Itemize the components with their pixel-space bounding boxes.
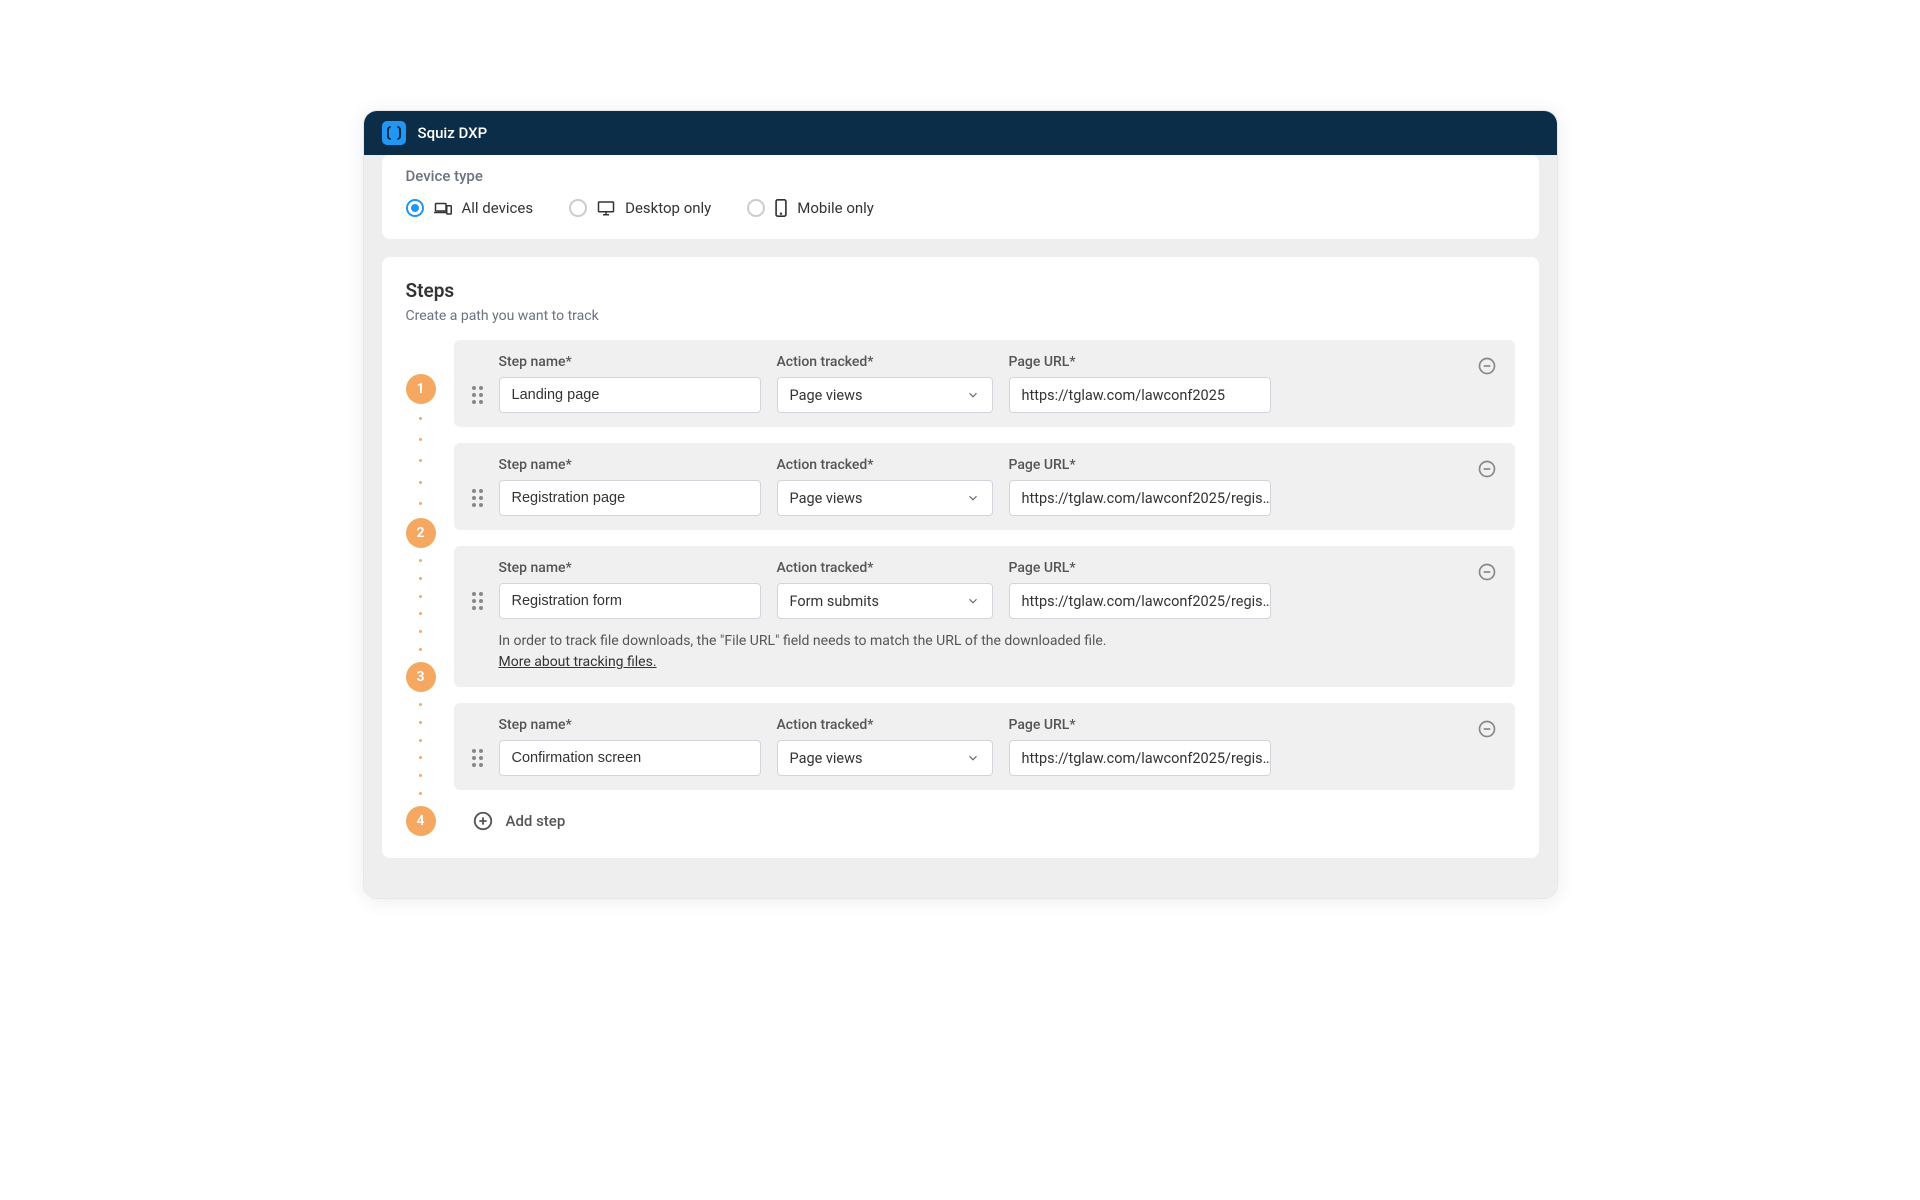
step-connector bbox=[419, 692, 422, 806]
app-logo-icon bbox=[382, 121, 406, 145]
step-badge-3: 3 bbox=[406, 662, 436, 692]
radio-mobile-only[interactable]: Mobile only bbox=[747, 199, 874, 217]
step-badge-4: 4 bbox=[406, 806, 436, 836]
steps-title: Steps bbox=[406, 269, 1515, 302]
drag-handle-icon[interactable] bbox=[472, 457, 483, 507]
radio-icon bbox=[569, 199, 587, 217]
step-connector bbox=[419, 548, 422, 662]
step-name-input[interactable] bbox=[499, 480, 761, 516]
step-name-input[interactable] bbox=[499, 377, 761, 413]
app-title: Squiz DXP bbox=[418, 124, 488, 142]
step-name-label: Step name* bbox=[499, 457, 761, 473]
step-name-label: Step name* bbox=[499, 717, 761, 733]
drag-handle-icon[interactable] bbox=[472, 354, 483, 404]
page-url-input[interactable]: https://tglaw.com/lawconf2025/regis… bbox=[1009, 583, 1271, 619]
radio-label: All devices bbox=[462, 199, 534, 217]
step-hint: In order to track file downloads, the "F… bbox=[499, 631, 1461, 673]
steps-layout: 1 2 3 4 bbox=[406, 340, 1515, 836]
hint-text: In order to track file downloads, the "F… bbox=[499, 633, 1107, 649]
titlebar: Squiz DXP bbox=[364, 111, 1557, 155]
hint-link[interactable]: More about tracking files. bbox=[499, 654, 657, 670]
step-name-input[interactable] bbox=[499, 583, 761, 619]
desktop-icon bbox=[597, 200, 615, 216]
remove-step-button[interactable] bbox=[1477, 457, 1497, 483]
step-badge-2: 2 bbox=[406, 518, 436, 548]
action-tracked-select[interactable]: Page views bbox=[777, 377, 993, 413]
select-value: Form submits bbox=[790, 593, 879, 610]
step-name-label: Step name* bbox=[499, 354, 761, 370]
chevron-down-icon bbox=[966, 751, 980, 765]
radio-icon bbox=[406, 199, 424, 217]
page-url-input[interactable]: https://tglaw.com/lawconf2025/regis… bbox=[1009, 480, 1271, 516]
minus-circle-icon bbox=[1477, 562, 1497, 582]
app-window: Squiz DXP Device type All devices Deskto… bbox=[363, 110, 1558, 899]
step-row: Step name* Action tracked* Form submits bbox=[454, 546, 1515, 687]
steps-subtitle: Create a path you want to track bbox=[406, 308, 1515, 324]
action-tracked-label: Action tracked* bbox=[777, 457, 993, 473]
page-url-label: Page URL* bbox=[1009, 354, 1271, 370]
devices-icon bbox=[434, 200, 452, 216]
page-url-label: Page URL* bbox=[1009, 457, 1271, 473]
step-name-label: Step name* bbox=[499, 560, 761, 576]
select-value: Page views bbox=[790, 387, 863, 404]
step-badge-1: 1 bbox=[406, 374, 436, 404]
remove-step-button[interactable] bbox=[1477, 354, 1497, 380]
step-row: Step name* Action tracked* Page views bbox=[454, 340, 1515, 427]
drag-handle-icon[interactable] bbox=[472, 717, 483, 767]
radio-all-devices[interactable]: All devices bbox=[406, 199, 534, 217]
steps-card: Steps Create a path you want to track 1 … bbox=[382, 257, 1539, 858]
remove-step-button[interactable] bbox=[1477, 717, 1497, 743]
radio-label: Desktop only bbox=[625, 199, 711, 217]
device-type-radios: All devices Desktop only Mobile only bbox=[406, 199, 1515, 217]
action-tracked-select[interactable]: Form submits bbox=[777, 583, 993, 619]
chevron-down-icon bbox=[966, 491, 980, 505]
chevron-down-icon bbox=[966, 388, 980, 402]
page-url-label: Page URL* bbox=[1009, 560, 1271, 576]
device-type-card: Device type All devices Desktop only bbox=[382, 155, 1539, 239]
mobile-icon bbox=[775, 199, 787, 217]
drag-handle-icon[interactable] bbox=[472, 560, 483, 610]
add-step-label: Add step bbox=[506, 812, 566, 830]
page-url-label: Page URL* bbox=[1009, 717, 1271, 733]
content-area: Device type All devices Desktop only bbox=[364, 155, 1557, 898]
device-type-label: Device type bbox=[406, 167, 1515, 185]
step-name-input[interactable] bbox=[499, 740, 761, 776]
plus-circle-icon bbox=[472, 810, 494, 832]
add-step-button[interactable]: Add step bbox=[454, 806, 1515, 836]
select-value: Page views bbox=[790, 750, 863, 767]
action-tracked-select[interactable]: Page views bbox=[777, 480, 993, 516]
radio-icon bbox=[747, 199, 765, 217]
page-url-input[interactable]: https://tglaw.com/lawconf2025/regis… bbox=[1009, 740, 1271, 776]
action-tracked-select[interactable]: Page views bbox=[777, 740, 993, 776]
step-row: Step name* Action tracked* Page views bbox=[454, 703, 1515, 790]
minus-circle-icon bbox=[1477, 459, 1497, 479]
minus-circle-icon bbox=[1477, 356, 1497, 376]
chevron-down-icon bbox=[966, 594, 980, 608]
action-tracked-label: Action tracked* bbox=[777, 717, 993, 733]
radio-label: Mobile only bbox=[797, 199, 874, 217]
minus-circle-icon bbox=[1477, 719, 1497, 739]
action-tracked-label: Action tracked* bbox=[777, 354, 993, 370]
remove-step-button[interactable] bbox=[1477, 560, 1497, 586]
steps-list: Step name* Action tracked* Page views bbox=[454, 340, 1515, 836]
page-url-input[interactable]: https://tglaw.com/lawconf2025 bbox=[1009, 377, 1271, 413]
action-tracked-label: Action tracked* bbox=[777, 560, 993, 576]
radio-desktop-only[interactable]: Desktop only bbox=[569, 199, 711, 217]
step-connector bbox=[419, 404, 422, 518]
step-row: Step name* Action tracked* Page views bbox=[454, 443, 1515, 530]
select-value: Page views bbox=[790, 490, 863, 507]
step-number-column: 1 2 3 4 bbox=[406, 340, 436, 836]
